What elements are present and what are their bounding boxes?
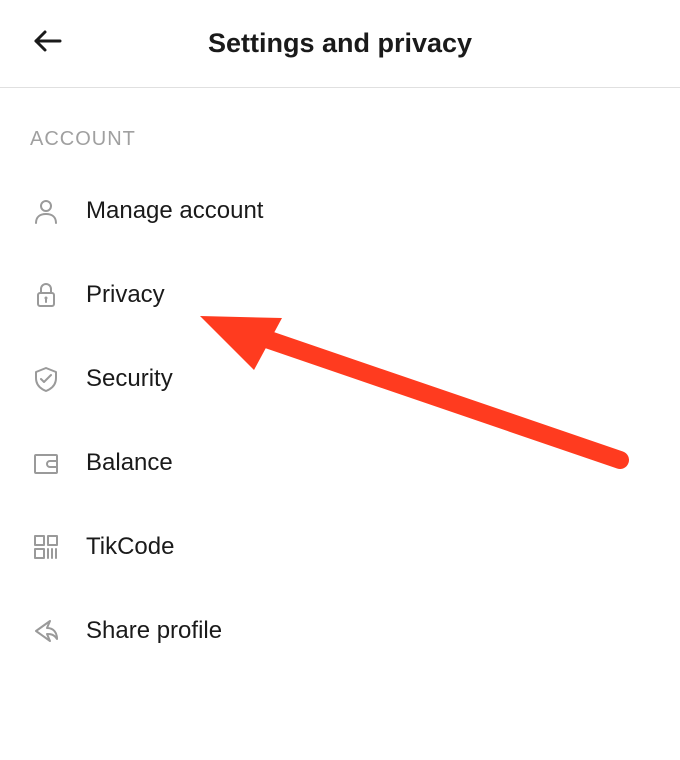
section-header-account: ACCOUNT bbox=[0, 88, 680, 169]
shield-icon bbox=[30, 363, 62, 395]
menu-list: Manage account Privacy Security bbox=[0, 169, 680, 673]
back-arrow-icon bbox=[30, 23, 66, 64]
wallet-icon bbox=[30, 447, 62, 479]
menu-item-balance[interactable]: Balance bbox=[0, 421, 680, 505]
menu-label: Security bbox=[86, 365, 173, 393]
menu-label: Privacy bbox=[86, 281, 165, 309]
menu-item-tikcode[interactable]: TikCode bbox=[0, 505, 680, 589]
share-icon bbox=[30, 615, 62, 647]
menu-item-manage-account[interactable]: Manage account bbox=[0, 169, 680, 253]
menu-item-security[interactable]: Security bbox=[0, 337, 680, 421]
menu-label: Share profile bbox=[86, 617, 222, 645]
tikcode-icon bbox=[30, 531, 62, 563]
person-icon bbox=[30, 195, 62, 227]
lock-icon bbox=[30, 279, 62, 311]
page-title: Settings and privacy bbox=[0, 28, 680, 59]
menu-item-share-profile[interactable]: Share profile bbox=[0, 589, 680, 673]
menu-label: TikCode bbox=[86, 533, 174, 561]
menu-label: Balance bbox=[86, 449, 173, 477]
back-button[interactable] bbox=[24, 20, 72, 68]
menu-label: Manage account bbox=[86, 197, 263, 225]
header: Settings and privacy bbox=[0, 0, 680, 88]
menu-item-privacy[interactable]: Privacy bbox=[0, 253, 680, 337]
